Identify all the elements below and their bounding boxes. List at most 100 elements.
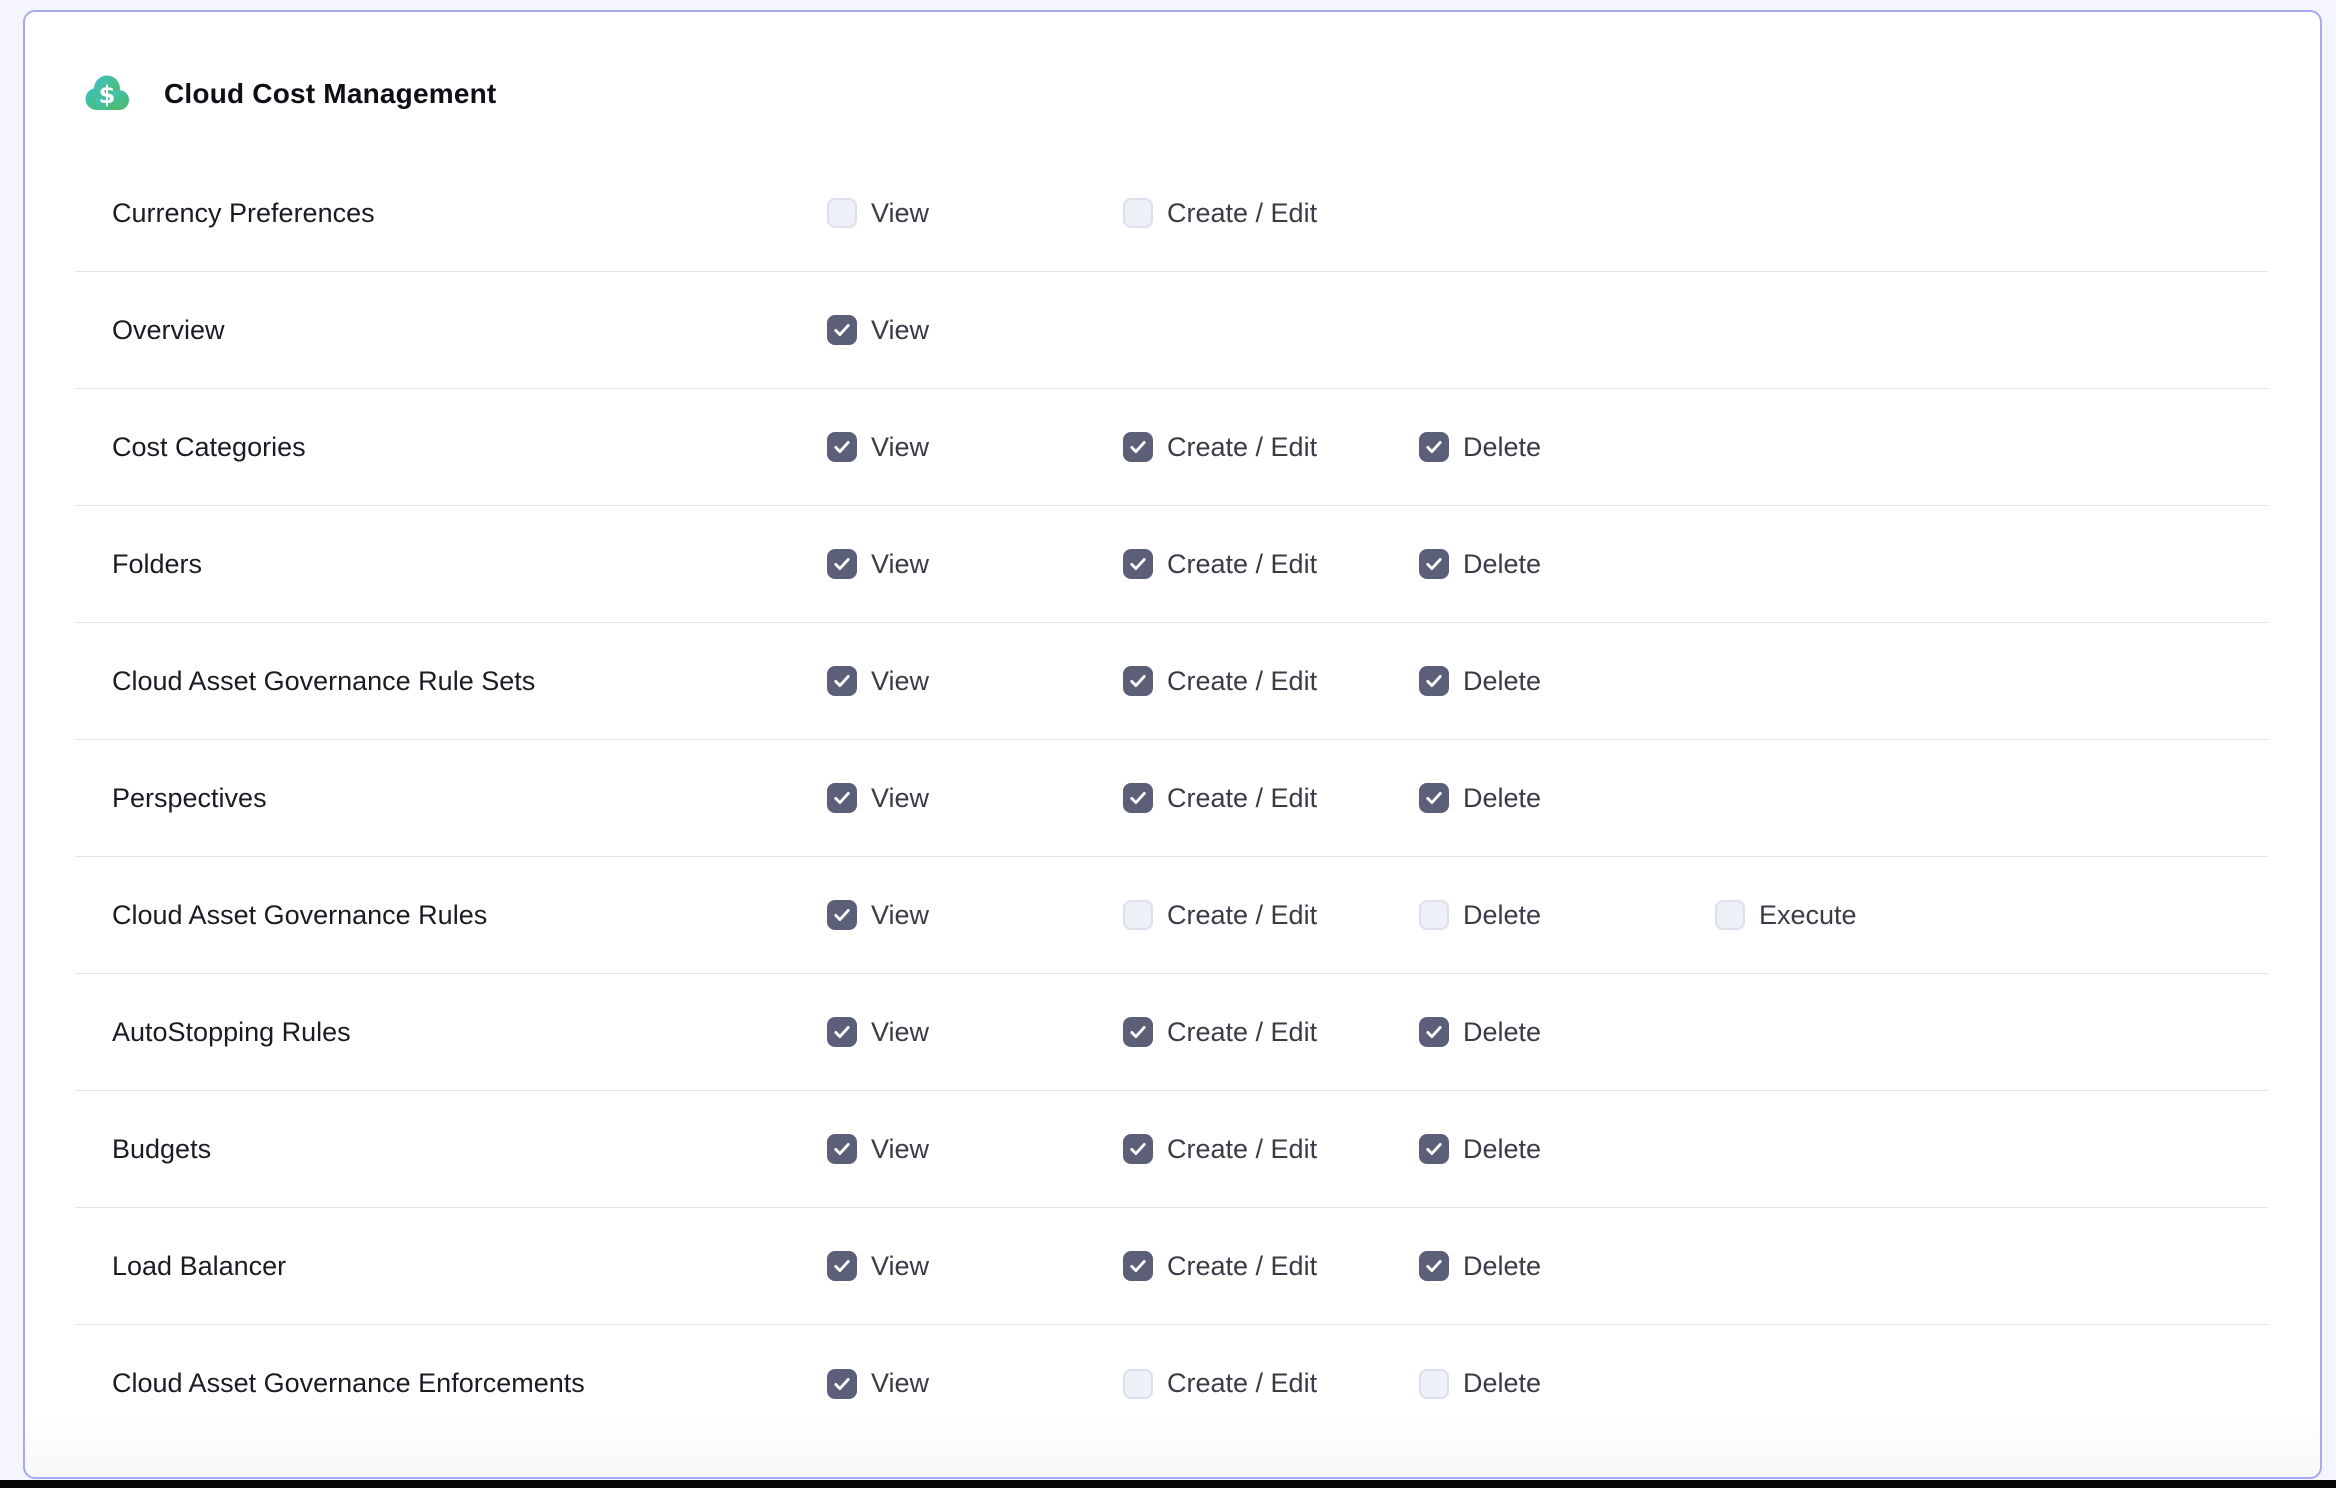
permission-label: Create / Edit bbox=[1167, 1134, 1317, 1165]
permission-delete-folders[interactable]: Delete bbox=[1419, 549, 1715, 580]
permission-view-cost-categories[interactable]: View bbox=[827, 432, 1123, 463]
permission-create-edit-currency-preferences[interactable]: Create / Edit bbox=[1123, 198, 1419, 229]
resource-label: Cloud Asset Governance Rules bbox=[75, 900, 827, 931]
permission-cells: View Create / Edit Delete bbox=[827, 432, 1715, 463]
permission-create-edit-cloud-asset-governance-enforcements[interactable]: Create / Edit bbox=[1123, 1368, 1419, 1399]
permission-row-budgets: Budgets View Create / Edit Delete bbox=[75, 1091, 2268, 1208]
permission-row-overview: Overview View bbox=[75, 272, 2268, 389]
checkbox-create-edit-checked[interactable] bbox=[1123, 432, 1153, 462]
checkbox-delete-checked[interactable] bbox=[1419, 783, 1449, 813]
permission-row-cloud-asset-governance-enforcements: Cloud Asset Governance Enforcements View… bbox=[75, 1325, 2268, 1442]
permission-delete-cloud-asset-governance-rules[interactable]: Delete bbox=[1419, 900, 1715, 931]
resource-label: Perspectives bbox=[75, 783, 827, 814]
permission-execute-cloud-asset-governance-rules[interactable]: Execute bbox=[1715, 900, 2011, 931]
checkbox-view-unchecked[interactable] bbox=[827, 198, 857, 228]
permissions-list: Currency Preferences View Create / Edit … bbox=[25, 155, 2320, 1442]
checkbox-create-edit-checked[interactable] bbox=[1123, 1134, 1153, 1164]
checkbox-create-edit-checked[interactable] bbox=[1123, 783, 1153, 813]
permission-view-cloud-asset-governance-rules[interactable]: View bbox=[827, 900, 1123, 931]
permission-label: Delete bbox=[1463, 783, 1541, 814]
permission-create-edit-cloud-asset-governance-rule-sets[interactable]: Create / Edit bbox=[1123, 666, 1419, 697]
permission-row-folders: Folders View Create / Edit Delete bbox=[75, 506, 2268, 623]
resource-label: Load Balancer bbox=[75, 1251, 827, 1282]
permission-view-cloud-asset-governance-enforcements[interactable]: View bbox=[827, 1368, 1123, 1399]
checkbox-view-checked[interactable] bbox=[827, 549, 857, 579]
permission-create-edit-autostopping-rules[interactable]: Create / Edit bbox=[1123, 1017, 1419, 1048]
permission-view-autostopping-rules[interactable]: View bbox=[827, 1017, 1123, 1048]
checkbox-delete-checked[interactable] bbox=[1419, 1017, 1449, 1047]
permission-create-edit-budgets[interactable]: Create / Edit bbox=[1123, 1134, 1419, 1165]
checkbox-delete-checked[interactable] bbox=[1419, 666, 1449, 696]
permission-row-currency-preferences: Currency Preferences View Create / Edit bbox=[75, 155, 2268, 272]
permission-delete-cost-categories[interactable]: Delete bbox=[1419, 432, 1715, 463]
permission-delete-autostopping-rules[interactable]: Delete bbox=[1419, 1017, 1715, 1048]
checkbox-create-edit-unchecked[interactable] bbox=[1123, 1369, 1153, 1399]
permission-label: Delete bbox=[1463, 1017, 1541, 1048]
resource-label: Cloud Asset Governance Rule Sets bbox=[75, 666, 827, 697]
permission-label: Create / Edit bbox=[1167, 549, 1317, 580]
permission-create-edit-perspectives[interactable]: Create / Edit bbox=[1123, 783, 1419, 814]
permission-view-budgets[interactable]: View bbox=[827, 1134, 1123, 1165]
permission-label: Create / Edit bbox=[1167, 1251, 1317, 1282]
permission-label: View bbox=[871, 666, 929, 697]
checkbox-create-edit-checked[interactable] bbox=[1123, 549, 1153, 579]
checkbox-delete-checked[interactable] bbox=[1419, 1134, 1449, 1164]
checkbox-execute-unchecked[interactable] bbox=[1715, 900, 1745, 930]
checkbox-view-checked[interactable] bbox=[827, 1369, 857, 1399]
permission-delete-cloud-asset-governance-enforcements[interactable]: Delete bbox=[1419, 1368, 1715, 1399]
checkbox-view-checked[interactable] bbox=[827, 666, 857, 696]
permission-view-cloud-asset-governance-rule-sets[interactable]: View bbox=[827, 666, 1123, 697]
permission-delete-perspectives[interactable]: Delete bbox=[1419, 783, 1715, 814]
checkbox-create-edit-checked[interactable] bbox=[1123, 1017, 1153, 1047]
checkbox-view-checked[interactable] bbox=[827, 432, 857, 462]
permission-cells: View Create / Edit Delete bbox=[827, 1368, 1715, 1399]
resource-label: Cost Categories bbox=[75, 432, 827, 463]
checkbox-create-edit-unchecked[interactable] bbox=[1123, 900, 1153, 930]
checkbox-delete-unchecked[interactable] bbox=[1419, 900, 1449, 930]
checkbox-create-edit-checked[interactable] bbox=[1123, 1251, 1153, 1281]
permission-label: View bbox=[871, 198, 929, 229]
permission-label: Delete bbox=[1463, 1134, 1541, 1165]
permission-delete-budgets[interactable]: Delete bbox=[1419, 1134, 1715, 1165]
checkbox-delete-checked[interactable] bbox=[1419, 549, 1449, 579]
module-header: $ Cloud Cost Management bbox=[82, 72, 2320, 116]
permission-delete-load-balancer[interactable]: Delete bbox=[1419, 1251, 1715, 1282]
permission-view-overview[interactable]: View bbox=[827, 315, 1123, 346]
checkbox-view-checked[interactable] bbox=[827, 1017, 857, 1047]
checkbox-create-edit-checked[interactable] bbox=[1123, 666, 1153, 696]
checkbox-create-edit-unchecked[interactable] bbox=[1123, 198, 1153, 228]
permission-cells: View Create / Edit Delete bbox=[827, 666, 1715, 697]
permission-cells: View Create / Edit Delete bbox=[827, 1017, 1715, 1048]
dollar-glyph: $ bbox=[99, 81, 116, 109]
resource-label: Folders bbox=[75, 549, 827, 580]
permission-row-cloud-asset-governance-rule-sets: Cloud Asset Governance Rule Sets View Cr… bbox=[75, 623, 2268, 740]
permission-cells: View Create / Edit Delete Execute bbox=[827, 900, 2011, 931]
checkbox-view-checked[interactable] bbox=[827, 315, 857, 345]
permission-label: View bbox=[871, 432, 929, 463]
permission-label: View bbox=[871, 900, 929, 931]
permission-view-currency-preferences[interactable]: View bbox=[827, 198, 1123, 229]
permission-view-perspectives[interactable]: View bbox=[827, 783, 1123, 814]
permission-create-edit-folders[interactable]: Create / Edit bbox=[1123, 549, 1419, 580]
checkbox-view-checked[interactable] bbox=[827, 783, 857, 813]
checkbox-delete-checked[interactable] bbox=[1419, 432, 1449, 462]
permission-label: Create / Edit bbox=[1167, 666, 1317, 697]
checkbox-delete-unchecked[interactable] bbox=[1419, 1369, 1449, 1399]
permission-create-edit-cloud-asset-governance-rules[interactable]: Create / Edit bbox=[1123, 900, 1419, 931]
permission-label: Delete bbox=[1463, 432, 1541, 463]
checkbox-delete-checked[interactable] bbox=[1419, 1251, 1449, 1281]
permission-label: Execute bbox=[1759, 900, 1857, 931]
permission-delete-cloud-asset-governance-rule-sets[interactable]: Delete bbox=[1419, 666, 1715, 697]
checkbox-view-checked[interactable] bbox=[827, 1134, 857, 1164]
resource-label: Currency Preferences bbox=[75, 198, 827, 229]
permission-create-edit-load-balancer[interactable]: Create / Edit bbox=[1123, 1251, 1419, 1282]
checkbox-view-checked[interactable] bbox=[827, 1251, 857, 1281]
permission-view-load-balancer[interactable]: View bbox=[827, 1251, 1123, 1282]
permission-view-folders[interactable]: View bbox=[827, 549, 1123, 580]
permission-cells: View Create / Edit Delete bbox=[827, 783, 1715, 814]
permission-create-edit-cost-categories[interactable]: Create / Edit bbox=[1123, 432, 1419, 463]
permission-label: Create / Edit bbox=[1167, 900, 1317, 931]
checkbox-view-checked[interactable] bbox=[827, 900, 857, 930]
resource-label: AutoStopping Rules bbox=[75, 1017, 827, 1048]
permission-label: View bbox=[871, 1368, 929, 1399]
